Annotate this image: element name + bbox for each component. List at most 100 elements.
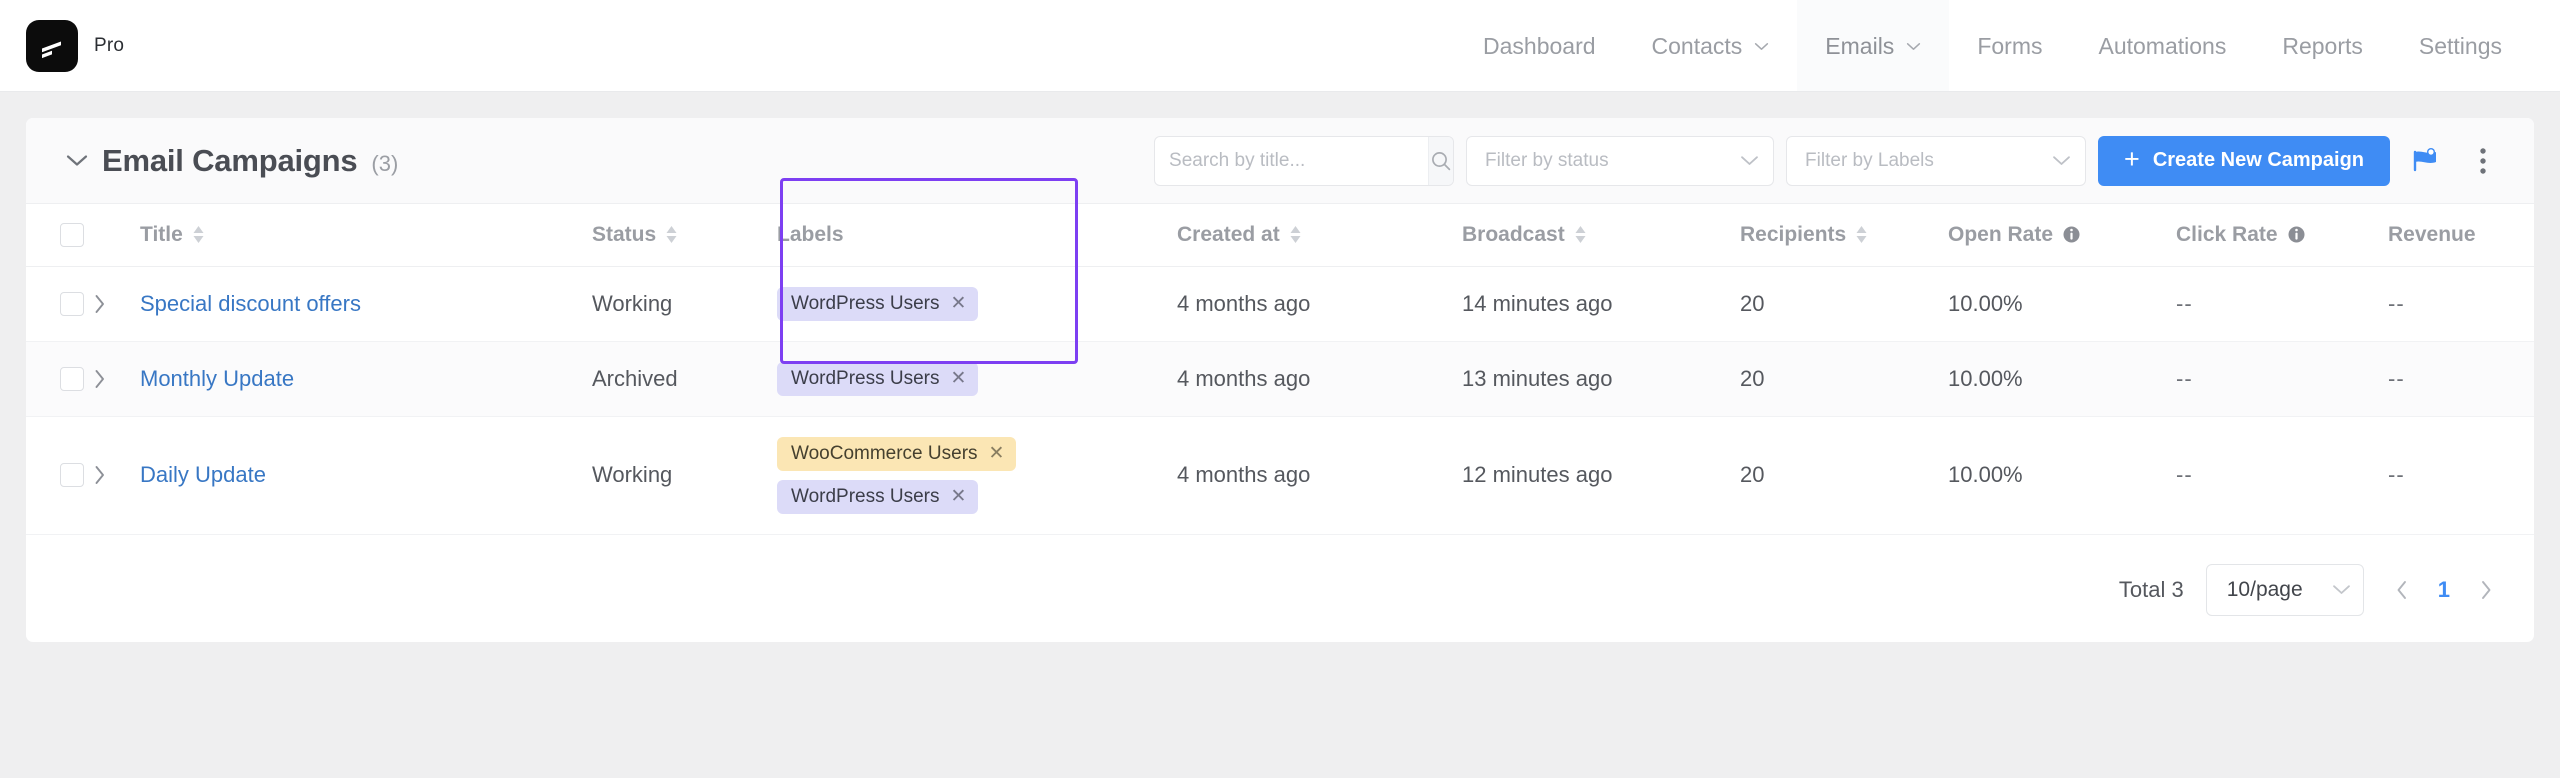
label-chip[interactable]: WordPress Users ✕ (777, 361, 979, 396)
column-header-status[interactable]: Status (592, 204, 777, 267)
cell-created-at: 4 months ago (1177, 341, 1462, 417)
cell-title: Special discount offers (140, 266, 592, 342)
row-checkbox[interactable] (60, 291, 84, 316)
label-chip[interactable]: WordPress Users ✕ (777, 286, 979, 321)
help-button[interactable] (2402, 138, 2448, 184)
cell-labels: WordPress Users ✕ (777, 341, 1177, 417)
label-chip-list: WooCommerce Users ✕ WordPress Users ✕ (777, 436, 1177, 514)
status-filter-select[interactable]: Filter by status (1466, 135, 1775, 186)
chevron-down-icon (1741, 156, 1758, 165)
expand-row-button[interactable] (94, 465, 140, 485)
more-options-button[interactable] (2460, 138, 2506, 184)
row-select-cell (26, 266, 94, 342)
total-count-label: Total 3 (2118, 576, 2184, 602)
nav-item-reports[interactable]: Reports (2254, 0, 2391, 92)
card-header: Email Campaigns (3) Filter by status (26, 118, 2534, 204)
nav-label: Contacts (1651, 32, 1743, 59)
prev-page-button[interactable] (2396, 580, 2408, 600)
cell-status: Working (592, 266, 777, 342)
remove-label-icon[interactable]: ✕ (951, 294, 967, 313)
info-icon[interactable] (2062, 225, 2081, 244)
search-input[interactable] (1155, 136, 1429, 185)
status-filter-label: Filter by status (1485, 149, 1609, 171)
top-navigation-bar: Pro Dashboard Contacts Emails Forms Auto… (0, 0, 2560, 92)
sort-icon (666, 226, 677, 244)
nav-label: Dashboard (1483, 32, 1596, 59)
column-header-created-at[interactable]: Created at (1177, 204, 1462, 267)
table-footer: Total 3 10/page 1 (26, 535, 2534, 645)
nav-item-automations[interactable]: Automations (2070, 0, 2254, 92)
main-nav: Dashboard Contacts Emails Forms Automati… (1455, 0, 2560, 92)
campaign-title-link[interactable]: Daily Update (140, 462, 266, 487)
column-label: Title (140, 222, 183, 246)
label-chip-text: WordPress Users (791, 485, 940, 507)
campaign-title-link[interactable]: Special discount offers (140, 291, 361, 316)
label-chip[interactable]: WordPress Users ✕ (777, 479, 979, 514)
column-label: Broadcast (1462, 222, 1565, 246)
email-campaigns-card: Email Campaigns (3) Filter by status (26, 118, 2534, 642)
row-checkbox[interactable] (60, 463, 84, 487)
sort-icon (193, 226, 204, 244)
pagination: 1 (2396, 577, 2492, 603)
fluent-crm-logo-icon (26, 20, 78, 72)
table-header: Title Status Labels Created at Broadcast… (26, 204, 2534, 267)
chevron-down-icon (2053, 156, 2070, 165)
column-label: Recipients (1740, 222, 1847, 246)
expand-row-button[interactable] (94, 369, 140, 389)
column-header-title[interactable]: Title (140, 204, 592, 267)
column-header-broadcast[interactable]: Broadcast (1462, 204, 1740, 267)
label-chip[interactable]: WooCommerce Users ✕ (777, 436, 1017, 471)
column-label: Status (592, 222, 657, 246)
nav-label: Reports (2282, 32, 2363, 59)
table-row[interactable]: Special discount offers Working WordPres… (26, 266, 2534, 342)
nav-item-forms[interactable]: Forms (1949, 0, 2070, 92)
row-expand-cell (94, 416, 140, 535)
page-size-select[interactable]: 10/page (2205, 563, 2364, 616)
sort-icon (1290, 226, 1301, 244)
page-title-group: Email Campaigns (3) (66, 143, 398, 179)
column-header-recipients[interactable]: Recipients (1740, 204, 1948, 267)
row-checkbox[interactable] (60, 366, 84, 391)
labels-filter-select[interactable]: Filter by Labels (1786, 135, 2087, 186)
remove-label-icon[interactable]: ✕ (951, 487, 967, 506)
expand-header-cell (94, 204, 140, 267)
chevron-down-icon[interactable] (66, 154, 88, 167)
table-row[interactable]: Daily Update Working WooCommerce Users ✕… (26, 416, 2534, 535)
expand-row-button[interactable] (94, 294, 140, 314)
cell-revenue: -- (2388, 266, 2534, 342)
page-title: Email Campaigns (102, 142, 358, 178)
info-icon[interactable] (2287, 225, 2306, 244)
cell-broadcast: 12 minutes ago (1462, 416, 1740, 535)
chevron-right-icon (2482, 580, 2491, 599)
remove-label-icon[interactable]: ✕ (989, 444, 1005, 463)
search-button[interactable] (1428, 136, 1454, 185)
column-label: Labels (777, 222, 844, 246)
nav-item-contacts[interactable]: Contacts (1624, 0, 1798, 92)
cell-created-at: 4 months ago (1177, 416, 1462, 535)
cell-labels: WordPress Users ✕ (777, 266, 1177, 342)
chevron-right-icon (95, 369, 104, 388)
next-page-button[interactable] (2480, 580, 2492, 600)
campaign-title-link[interactable]: Monthly Update (140, 366, 294, 391)
create-new-campaign-button[interactable]: + Create New Campaign (2098, 135, 2390, 186)
select-all-cell (26, 204, 94, 267)
brand[interactable]: Pro (26, 20, 124, 72)
column-header-click-rate: Click Rate (2176, 204, 2388, 267)
brand-label: Pro (94, 35, 125, 56)
remove-label-icon[interactable]: ✕ (951, 369, 967, 388)
nav-label: Automations (2098, 32, 2227, 59)
chevron-right-icon (95, 466, 104, 484)
nav-item-emails[interactable]: Emails (1797, 0, 1950, 92)
page-size-label: 10/page (2226, 577, 2303, 601)
label-chip-list: WordPress Users ✕ (777, 286, 1177, 321)
label-chip-text: WooCommerce Users (791, 442, 978, 464)
select-all-checkbox[interactable] (60, 222, 84, 247)
nav-item-settings[interactable]: Settings (2391, 0, 2560, 92)
page-number-1[interactable]: 1 (2438, 577, 2450, 603)
nav-item-dashboard[interactable]: Dashboard (1455, 0, 1624, 92)
table-row[interactable]: Monthly Update Archived WordPress Users … (26, 341, 2534, 417)
column-label: Revenue (2388, 222, 2476, 246)
row-expand-cell (94, 341, 140, 417)
cell-open-rate: 10.00% (1948, 266, 2176, 342)
cell-open-rate: 10.00% (1948, 416, 2176, 535)
